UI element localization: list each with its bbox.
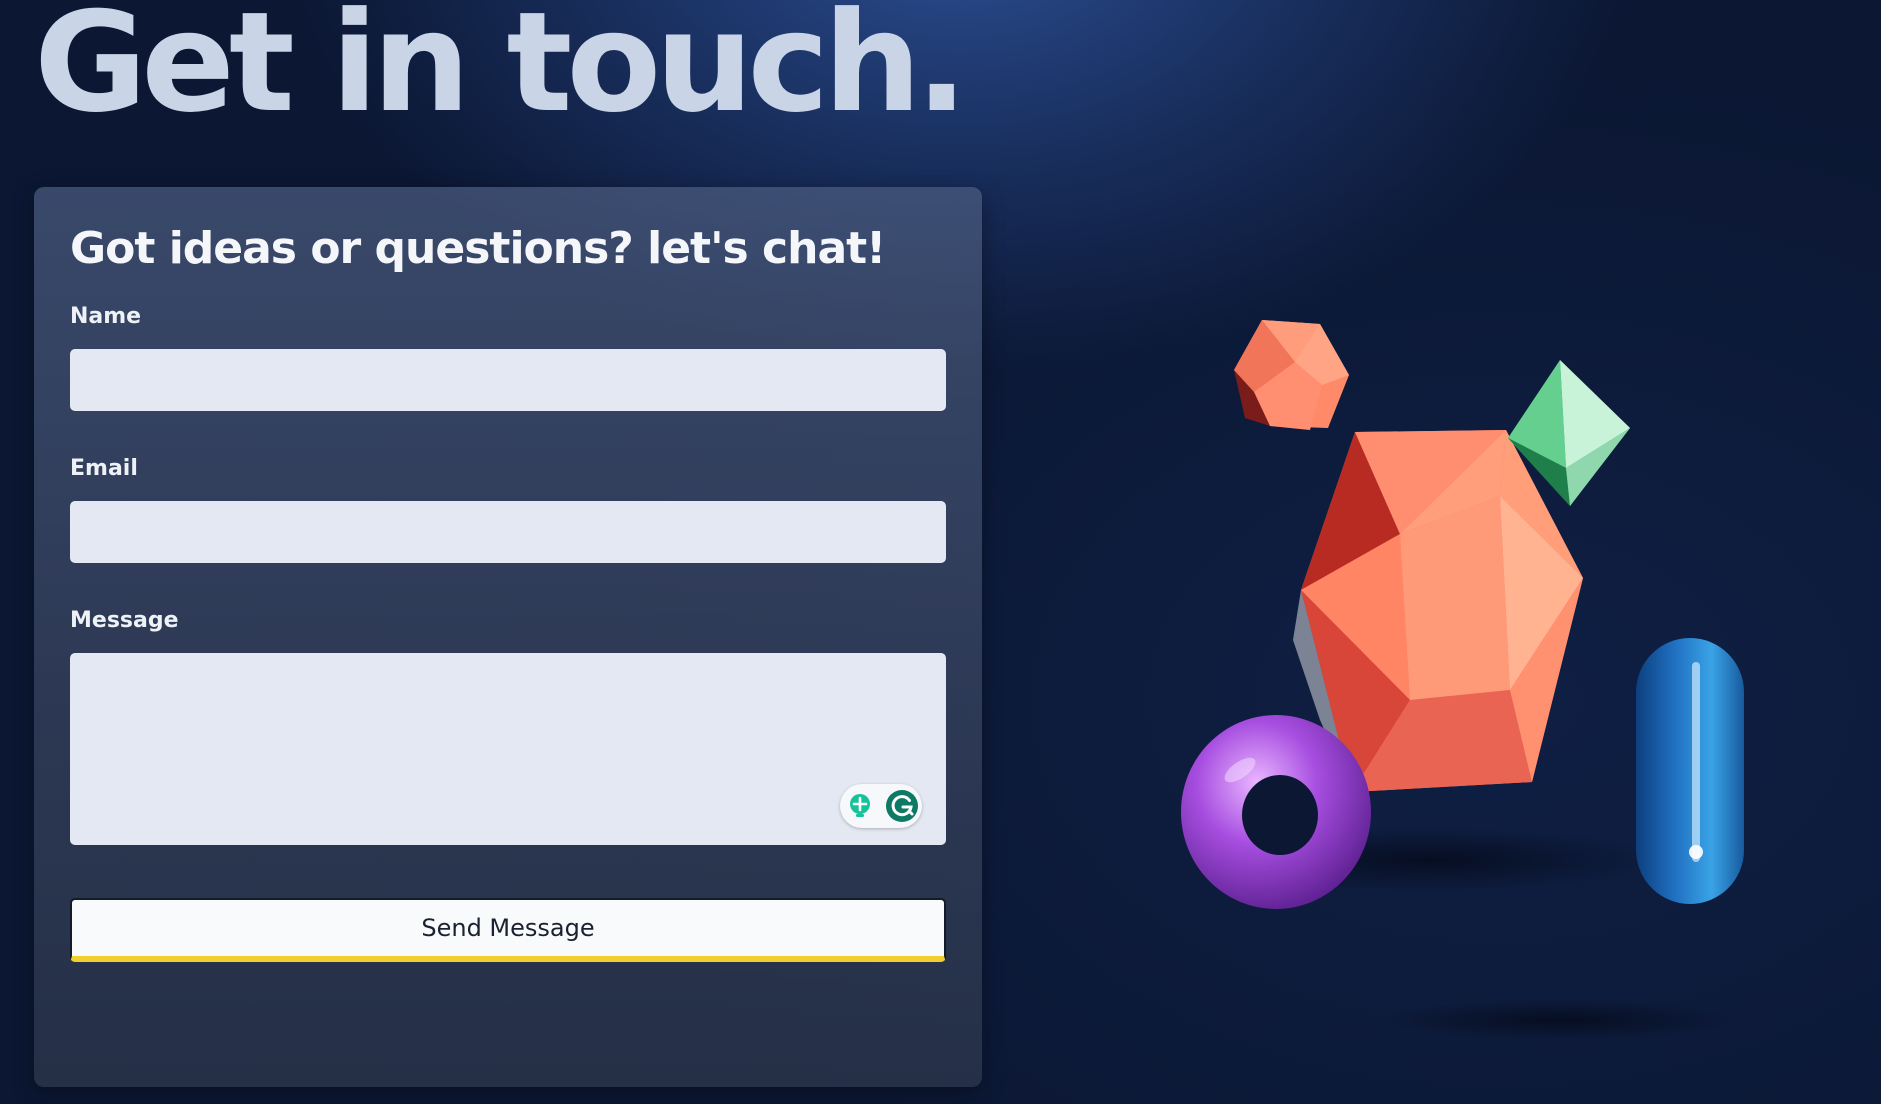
name-label: Name: [70, 304, 142, 329]
email-label: Email: [70, 456, 138, 481]
send-message-button[interactable]: Send Message: [70, 898, 946, 962]
page-title: Get in touch.: [34, 0, 968, 143]
lightbulb-icon[interactable]: [842, 788, 878, 824]
dodecahedron-shape: [1234, 320, 1349, 430]
grammarly-g-icon[interactable]: [884, 788, 920, 824]
capsule-shape: [1636, 638, 1744, 904]
form-heading: Got ideas or questions? let's chat!: [70, 223, 886, 274]
contact-form-card: Got ideas or questions? let's chat! Name…: [34, 187, 982, 1087]
torus-shape: [1181, 715, 1371, 909]
name-input[interactable]: [70, 349, 946, 411]
email-input[interactable]: [70, 501, 946, 563]
shadow-far: [1380, 1000, 1740, 1040]
grammarly-widget: [840, 784, 922, 828]
message-textarea[interactable]: [70, 653, 946, 845]
message-label: Message: [70, 608, 179, 633]
geometric-shapes-illustration: [1181, 320, 1744, 1040]
